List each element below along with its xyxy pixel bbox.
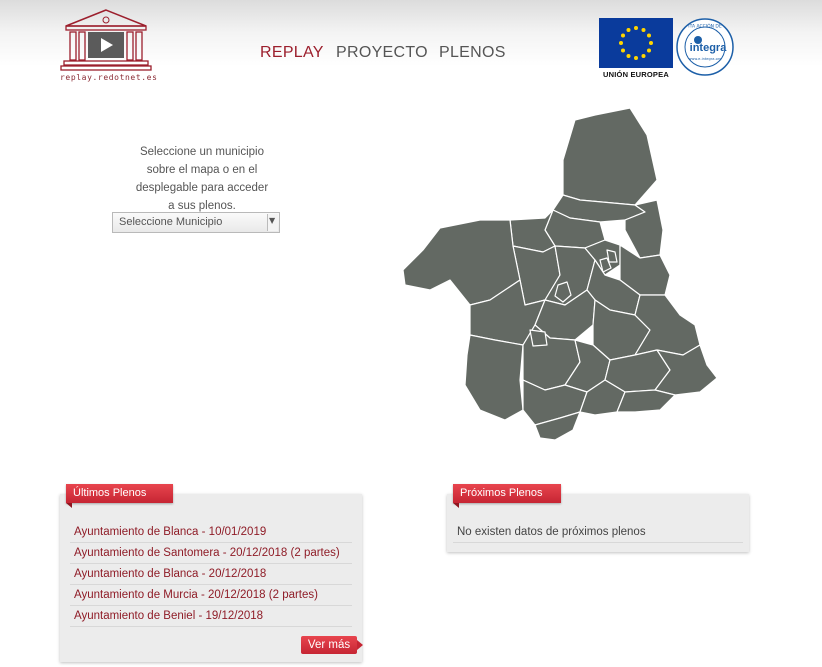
temple-play-icon xyxy=(60,9,152,71)
nav-proyecto[interactable]: PROYECTO xyxy=(336,44,428,62)
intro-text: Seleccione un municipio sobre el mapa o … xyxy=(108,143,296,215)
nav-plenos[interactable]: PLENOS xyxy=(439,44,506,62)
nav-replay[interactable]: REPLAY xyxy=(260,44,324,62)
site-logo[interactable]: replay.redotnet.es xyxy=(60,8,158,86)
seal-url: www.e-integra.org xyxy=(688,57,721,61)
seal-brand: integra xyxy=(690,42,728,54)
chevron-down-icon[interactable]: ▼ xyxy=(267,214,278,231)
logo-text: replay.redotnet.es xyxy=(60,73,158,82)
map-municipality xyxy=(616,389,676,413)
intro-line: desplegable para acceder xyxy=(135,182,269,194)
map-municipality xyxy=(464,334,524,421)
pleno-link[interactable]: Ayuntamiento de Blanca - 10/01/2019 xyxy=(70,522,352,543)
latest-plenos-list: Ayuntamiento de Blanca - 10/01/2019 Ayun… xyxy=(70,522,352,627)
region-map[interactable] xyxy=(395,100,725,450)
map-municipality xyxy=(634,294,701,356)
pleno-link[interactable]: Ayuntamiento de Santomera - 20/12/2018 (… xyxy=(70,543,352,564)
upcoming-plenos-title: Próximos Plenos xyxy=(453,484,561,508)
eu-label: UNIÓN EUROPEA xyxy=(603,70,669,79)
municipality-select[interactable]: Seleccione Municipio ▼ xyxy=(112,212,280,233)
intro-line: Seleccione un municipio xyxy=(139,146,265,158)
integra-seal-icon: ITA ACCIÓN DE integra www.e-integra.org xyxy=(676,18,734,76)
intro-line: sobre el mapa o en el xyxy=(146,164,258,176)
pleno-link[interactable]: Ayuntamiento de Murcia - 20/12/2018 (2 p… xyxy=(70,585,352,606)
pleno-link[interactable]: Ayuntamiento de Beniel - 19/12/2018 xyxy=(70,606,352,627)
seal-top-text: ITA ACCIÓN DE xyxy=(688,23,722,30)
latest-plenos-title: Últimos Plenos xyxy=(66,484,173,508)
map-municipality xyxy=(529,329,548,347)
pleno-link[interactable]: Ayuntamiento de Blanca - 20/12/2018 xyxy=(70,564,352,585)
see-more-button[interactable]: Ver más xyxy=(301,636,363,654)
map-municipality xyxy=(562,107,658,206)
map-municipality xyxy=(606,249,618,263)
eu-flag-icon xyxy=(599,18,673,68)
upcoming-empty-message: No existen datos de próximos plenos xyxy=(453,522,743,543)
select-value: Seleccione Municipio xyxy=(119,216,223,228)
